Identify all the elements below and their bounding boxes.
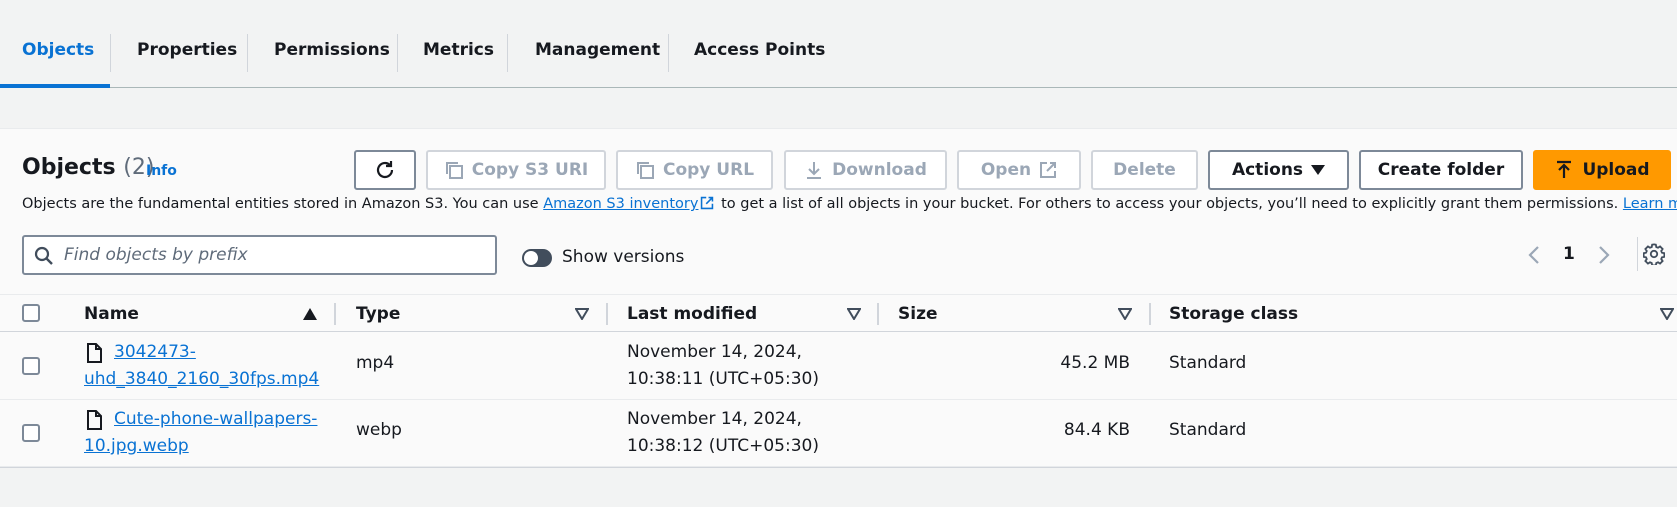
object-type: mp4 xyxy=(356,353,395,373)
objects-panel: Objects (2) Info Copy S3 URI Copy URL Do… xyxy=(0,128,1677,468)
modified-time: 10:38:11 (UTC+05:30) xyxy=(627,369,819,389)
column-header-storage-class[interactable]: Storage class xyxy=(1169,304,1298,324)
object-name[interactable]: 3042473- uhd_3840_2160_30fps.mp4 xyxy=(84,339,319,393)
download-icon xyxy=(807,162,822,179)
search-icon xyxy=(34,246,53,265)
info-link[interactable]: Info xyxy=(146,163,177,179)
modified-time: 10:38:12 (UTC+05:30) xyxy=(627,436,819,456)
copy-url-button[interactable]: Copy URL xyxy=(616,150,773,190)
upload-icon xyxy=(1557,160,1572,178)
object-last-modified: November 14, 2024, 10:38:12 (UTC+05:30) xyxy=(627,406,819,460)
object-storage-class: Standard xyxy=(1169,353,1247,373)
object-name-line2[interactable]: uhd_3840_2160_30fps.mp4 xyxy=(84,366,319,393)
actions-label: Actions xyxy=(1231,160,1304,180)
sort-ascending-icon[interactable] xyxy=(303,308,317,320)
show-versions-label: Show versions xyxy=(562,247,685,267)
object-name-line2[interactable]: 10.jpg.webp xyxy=(84,433,317,460)
sort-icon[interactable] xyxy=(847,308,861,320)
column-header-name[interactable]: Name xyxy=(84,304,139,324)
tab-bar: Objects Properties Permissions Metrics M… xyxy=(0,0,1677,88)
sort-icon[interactable] xyxy=(575,308,589,320)
sort-icon[interactable] xyxy=(1660,308,1674,320)
object-size: 45.2 MB xyxy=(1060,353,1130,373)
modified-date: November 14, 2024, xyxy=(627,342,802,362)
delete-button[interactable]: Delete xyxy=(1091,150,1198,190)
modified-date: November 14, 2024, xyxy=(627,409,802,429)
objects-description: Objects are the fundamental entities sto… xyxy=(22,196,1677,212)
copy-s3-uri-button[interactable]: Copy S3 URI xyxy=(426,150,606,190)
object-type: webp xyxy=(356,420,402,440)
column-divider[interactable] xyxy=(606,303,608,325)
object-storage-class: Standard xyxy=(1169,420,1247,440)
panel-title-text: Objects xyxy=(22,155,116,180)
actions-dropdown[interactable]: Actions xyxy=(1208,150,1349,190)
tab-divider xyxy=(668,34,669,72)
object-name-line1[interactable]: Cute-phone-wallpapers- xyxy=(84,406,317,433)
tab-divider xyxy=(110,34,111,72)
tab-divider xyxy=(507,34,508,72)
gear-icon[interactable] xyxy=(1643,243,1665,265)
tab-permissions[interactable]: Permissions xyxy=(274,40,390,60)
table-header: Name Type Last modified Size Storage cla… xyxy=(0,294,1677,332)
tab-properties[interactable]: Properties xyxy=(137,40,237,60)
table-row[interactable]: 3042473- uhd_3840_2160_30fps.mp4 mp4 Nov… xyxy=(0,333,1677,400)
current-page[interactable]: 1 xyxy=(1563,244,1575,264)
open-label: Open xyxy=(980,160,1032,180)
column-header-size[interactable]: Size xyxy=(898,304,938,324)
object-name[interactable]: Cute-phone-wallpapers- 10.jpg.webp xyxy=(84,406,317,460)
caret-down-icon xyxy=(1311,165,1326,175)
object-last-modified: November 14, 2024, 10:38:11 (UTC+05:30) xyxy=(627,339,819,393)
learn-more-link[interactable]: Learn more xyxy=(1623,196,1677,212)
show-versions-toggle[interactable] xyxy=(522,249,552,267)
pager-divider xyxy=(1637,237,1638,271)
toggle-knob xyxy=(524,251,538,265)
object-size: 84.4 KB xyxy=(1063,420,1130,440)
s3-inventory-link[interactable]: Amazon S3 inventory xyxy=(543,196,698,212)
active-tab-indicator xyxy=(0,84,110,88)
upload-label: Upload xyxy=(1582,160,1650,180)
search-input[interactable] xyxy=(64,237,484,273)
description-text: Objects are the fundamental entities sto… xyxy=(22,196,544,212)
object-name-line1[interactable]: 3042473- xyxy=(84,339,319,366)
tab-management[interactable]: Management xyxy=(535,40,660,60)
chevron-right-icon[interactable] xyxy=(1597,245,1611,265)
tab-access-points[interactable]: Access Points xyxy=(694,40,825,60)
sort-icon[interactable] xyxy=(1118,308,1132,320)
tab-objects[interactable]: Objects xyxy=(22,40,94,60)
panel-title: Objects (2) xyxy=(22,155,154,180)
column-header-type[interactable]: Type xyxy=(356,304,400,324)
row-checkbox[interactable] xyxy=(22,424,40,442)
column-divider[interactable] xyxy=(877,303,879,325)
description-text-2: to get a list of all objects in your buc… xyxy=(716,196,1623,212)
tab-divider xyxy=(247,34,248,72)
refresh-icon xyxy=(376,161,394,179)
column-divider[interactable] xyxy=(334,303,336,325)
copy-s3-uri-label: Copy S3 URI xyxy=(471,160,589,180)
external-link-icon xyxy=(701,196,714,210)
external-link-icon xyxy=(1040,162,1057,178)
column-header-last-modified[interactable]: Last modified xyxy=(627,304,757,324)
column-divider[interactable] xyxy=(1149,303,1151,325)
download-label: Download xyxy=(832,160,927,180)
chevron-left-icon[interactable] xyxy=(1527,245,1541,265)
open-button[interactable]: Open xyxy=(957,150,1081,190)
search-box xyxy=(22,235,497,275)
create-folder-label: Create folder xyxy=(1377,160,1505,180)
tab-divider xyxy=(397,34,398,72)
delete-label: Delete xyxy=(1113,160,1176,180)
upload-button[interactable]: Upload xyxy=(1533,150,1671,190)
copy-url-label: Copy URL xyxy=(662,160,755,180)
row-checkbox[interactable] xyxy=(22,357,40,375)
copy-icon xyxy=(445,162,463,179)
download-button[interactable]: Download xyxy=(784,150,947,190)
tab-metrics[interactable]: Metrics xyxy=(423,40,494,60)
create-folder-button[interactable]: Create folder xyxy=(1359,150,1523,190)
copy-icon xyxy=(636,162,654,179)
select-all-checkbox[interactable] xyxy=(22,304,40,322)
table-row[interactable]: Cute-phone-wallpapers- 10.jpg.webp webp … xyxy=(0,400,1677,467)
refresh-button[interactable] xyxy=(354,150,416,190)
